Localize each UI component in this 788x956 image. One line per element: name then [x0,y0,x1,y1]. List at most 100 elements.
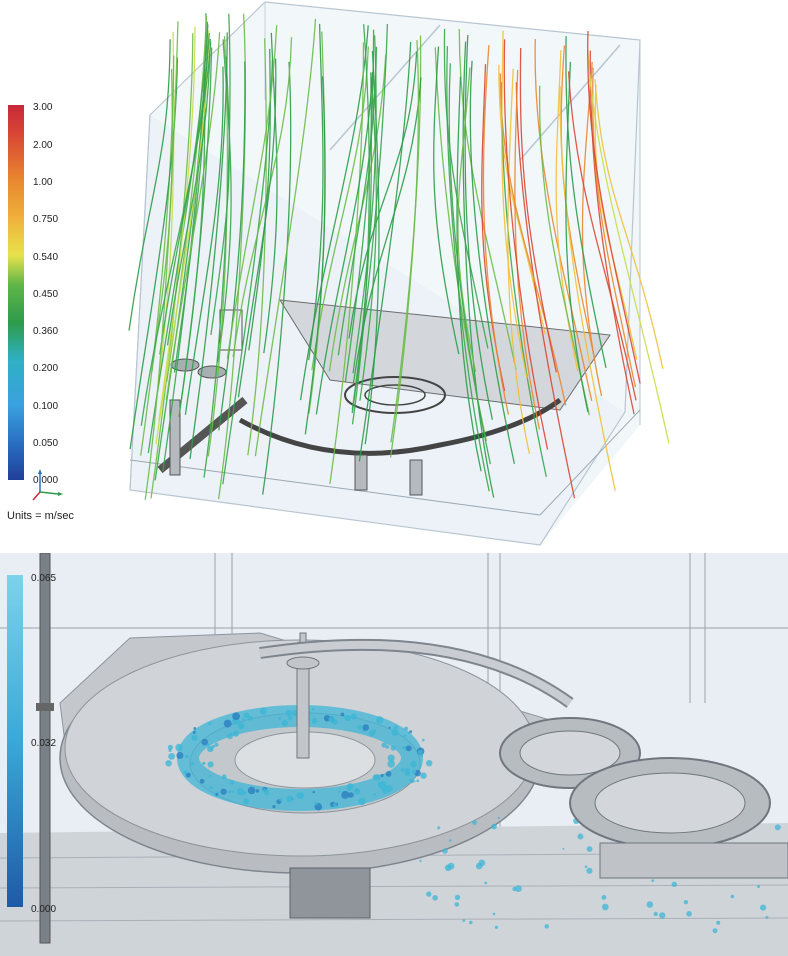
fluid-droplet [404,767,411,774]
fluid-droplet [376,774,381,779]
fluid-droplet [347,783,354,790]
legend-tick: 1.00 [33,177,53,188]
fluid-droplet [348,792,354,798]
fluid-droplet [659,912,666,919]
fluid-droplet [247,786,256,795]
fluid-droplet [193,727,197,730]
fluid-droplet [712,928,718,934]
fluid-droplet [577,833,584,840]
fluid-droplet [646,901,654,908]
fluid-droplet [255,789,260,793]
fluid-volume-panel: 0.065 0.032 0.000 [0,553,788,956]
fluid-droplet [478,859,486,867]
fluid-droplet [358,797,366,806]
fluid-droplet [437,826,441,830]
fluid-droplet [208,721,212,726]
fluid-volume-figure: 0.065 0.032 0.000 [0,553,788,956]
fluid-droplet [380,784,388,792]
fluid-droplet [403,734,407,738]
fluid-droplet [442,848,448,854]
fluid-droplet [444,864,452,872]
fluid-droplet [209,786,213,790]
fluid-droplet [209,774,212,778]
fluid-droplet [338,790,341,793]
fluid-droplet [372,729,376,734]
legend-tick: 0.360 [33,326,58,337]
fluid-droplet [214,742,219,747]
fluid-droplet [278,797,283,802]
fluid-droplet [716,920,721,925]
fluid-droplet [233,730,239,737]
legend-tick: 0.100 [33,401,58,412]
fluid-droplet [314,801,318,806]
fluid-droplet [562,847,565,850]
fluid-droplet [353,788,361,795]
fluid-droplet [285,709,292,717]
fluid-droplet [454,894,461,901]
fluid-droplet [191,734,198,741]
fluid-droplet [176,752,184,759]
fluid-droplet [422,738,425,742]
fluid-droplet [671,881,677,887]
fluid-droplet [357,724,363,730]
fluid-droplet [404,726,409,731]
fluid-droplet [409,778,415,784]
fluid-droplet [411,769,417,775]
fluid-droplet [454,902,460,907]
fluid-droplet [231,790,235,793]
legend-tick: 0.450 [33,289,58,300]
fluid-droplet [686,911,692,917]
fluid-droplet [340,712,345,717]
legend-tick: 0.065 [31,573,56,584]
fluid-droplet [202,762,205,765]
fluid-droplet [760,904,767,911]
fluid-droplet [416,779,420,783]
fluid-droplet [287,715,293,721]
fluid-droplet [512,886,517,892]
fluid-droplet [387,754,395,762]
fluid-droplet [167,744,173,750]
fluid-droplet [484,881,488,885]
fluid-droplet [296,792,302,798]
fluid-droplet [341,790,350,799]
fluid-droplet [311,718,318,724]
fluid-droplet [242,718,245,721]
streamline-panel: 3.00 2.00 1.00 0.750 0.540 0.450 0.360 0… [0,0,788,550]
fluid-droplet [494,925,499,929]
fluid-droplet [232,712,241,721]
fluid-droplet [651,879,655,882]
fluid-droplet [390,745,396,751]
fluid-droplet [286,795,294,803]
fluid-droplet [491,823,497,830]
fluid-droplet [492,912,496,916]
fluid-droplet [199,778,205,784]
fluid-droplet [185,754,189,759]
legend-tick: 0.000 [31,904,56,915]
fluid-droplet [221,774,227,779]
fluid-droplet [413,780,416,783]
fluid-droplet [391,728,399,736]
fluid-droplet [215,793,219,796]
fluid-droplet [223,719,232,728]
fluid-droplet [381,742,387,748]
fluid-droplet [263,789,270,796]
fluid-droplet [207,746,214,753]
legend-tick: 2.00 [33,140,53,151]
fluid-droplet [312,791,315,794]
fluid-droplet [237,722,245,730]
fluid-droplet [312,708,315,711]
legend-tick: 0.750 [33,214,58,225]
fluid-droplet [388,726,391,729]
fluid-droplet [201,738,208,746]
fluid-droplet [683,900,689,905]
fluid-droplet [362,724,370,731]
legend-tick: 3.00 [33,102,53,113]
fluid-droplet [653,911,658,917]
fluid-droplet [236,788,244,796]
fluid-droplet [419,859,422,863]
fluid-droplet [730,894,735,899]
legend-tick: 0.032 [31,738,56,749]
fluid-droplet [407,731,411,735]
fluid-droplet [584,865,588,868]
fluid-droplet [350,713,357,720]
